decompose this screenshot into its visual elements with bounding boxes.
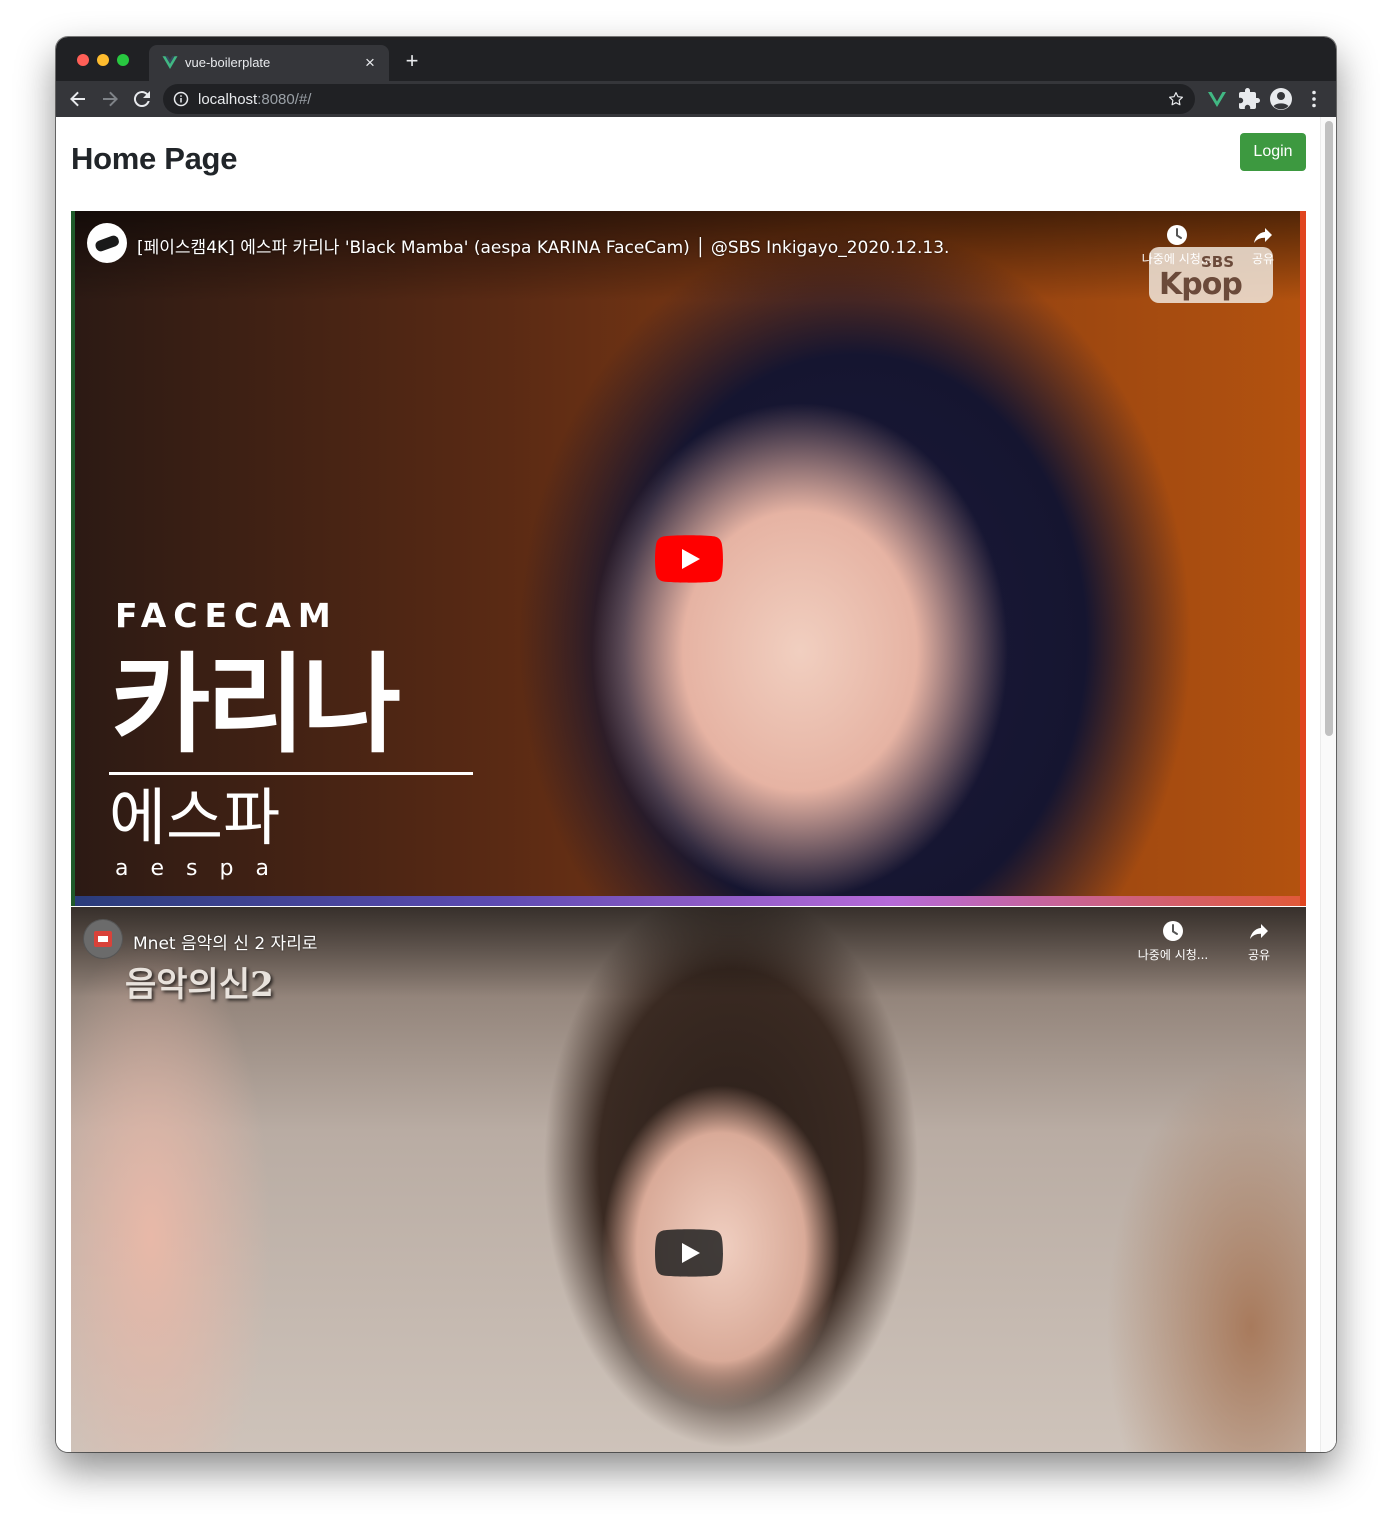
share-label: 공유 [1247, 948, 1271, 962]
group-name-kr-overlay: 에스파 [109, 781, 281, 854]
play-button-icon[interactable] [655, 1229, 723, 1277]
video-title[interactable]: Mnet 음악의 신 2 자리로 [133, 929, 317, 954]
zoom-window-button[interactable] [117, 54, 129, 66]
minimize-window-button[interactable] [97, 54, 109, 66]
share-button[interactable]: 공유 [1223, 223, 1300, 267]
reload-icon[interactable] [130, 87, 154, 111]
url-host: localhost [198, 91, 258, 108]
watch-later-button[interactable]: 나중에 시청... [1137, 223, 1217, 267]
scrollbar-thumb[interactable] [1325, 121, 1333, 736]
watch-later-label: 나중에 시청... [1137, 948, 1209, 962]
watch-later-label: 나중에 시청... [1141, 252, 1213, 266]
puzzle-icon[interactable] [1237, 87, 1261, 111]
channel-logo-icon [84, 920, 122, 958]
vue-icon[interactable] [1205, 87, 1229, 111]
address-bar[interactable]: localhost:8080/#/ [163, 84, 1195, 114]
youtube-embed-1[interactable]: SBS Kpop [페이스캠4K] 에스파 카리나 'Black Mamba' … [71, 211, 1306, 906]
arrow-left-icon[interactable] [66, 87, 90, 111]
clock-icon [1163, 921, 1183, 941]
share-label: 공유 [1251, 252, 1275, 266]
channel-avatar[interactable] [87, 223, 127, 263]
page-viewport: Home Page Login SBS Kpop [페이스캠4K] 에스파 카리… [56, 117, 1336, 1452]
group-name-en-overlay: aespa [115, 856, 291, 881]
member-name-overlay: 카리나 [111, 643, 401, 768]
play-button-icon[interactable] [655, 535, 723, 583]
vue-icon [162, 56, 178, 69]
clock-icon [1167, 225, 1187, 245]
facecam-overlay-text: FACECAM [115, 596, 338, 635]
star-icon[interactable] [1167, 90, 1185, 108]
login-button[interactable]: Login [1240, 133, 1306, 171]
page-title: Home Page [71, 141, 238, 176]
page-scrollbar[interactable] [1320, 117, 1336, 1452]
arrow-right-icon[interactable] [98, 87, 122, 111]
tab-close-icon[interactable]: × [361, 54, 379, 72]
account-icon[interactable] [1269, 87, 1293, 111]
browser-toolbar: localhost:8080/#/ [56, 81, 1336, 117]
watch-later-button[interactable]: 나중에 시청... [1133, 919, 1213, 963]
share-icon [1250, 924, 1268, 939]
new-tab-button[interactable]: + [401, 50, 423, 72]
browser-window: vue-boilerplate × + localhost:8080/#/ Ho… [56, 37, 1336, 1452]
share-icon [1254, 228, 1272, 243]
show-logo-overlay: 음악의신2 [125, 965, 274, 1005]
tab-bar: vue-boilerplate × + [56, 37, 1336, 81]
share-button[interactable]: 공유 [1219, 919, 1299, 963]
video-color-bar [75, 896, 1300, 906]
info-icon[interactable] [173, 91, 189, 107]
close-window-button[interactable] [77, 54, 89, 66]
overlay-divider [109, 772, 473, 775]
tab-title: vue-boilerplate [185, 55, 271, 70]
channel-avatar[interactable] [83, 919, 123, 959]
url-path: :8080/#/ [257, 91, 312, 108]
kebab-menu-icon[interactable] [1302, 87, 1326, 111]
tab-vue-boilerplate[interactable]: vue-boilerplate × [149, 45, 389, 81]
video-title[interactable]: [페이스캠4K] 에스파 카리나 'Black Mamba' (aespa KA… [137, 233, 949, 258]
sbs-logo-bottom: Kpop [1159, 267, 1243, 302]
channel-logo-icon [88, 224, 126, 262]
url-text: localhost:8080/#/ [198, 91, 311, 108]
youtube-embed-2[interactable]: 음악의신2 Mnet 음악의 신 2 자리로 나중에 시청... 공유 [71, 907, 1306, 1452]
